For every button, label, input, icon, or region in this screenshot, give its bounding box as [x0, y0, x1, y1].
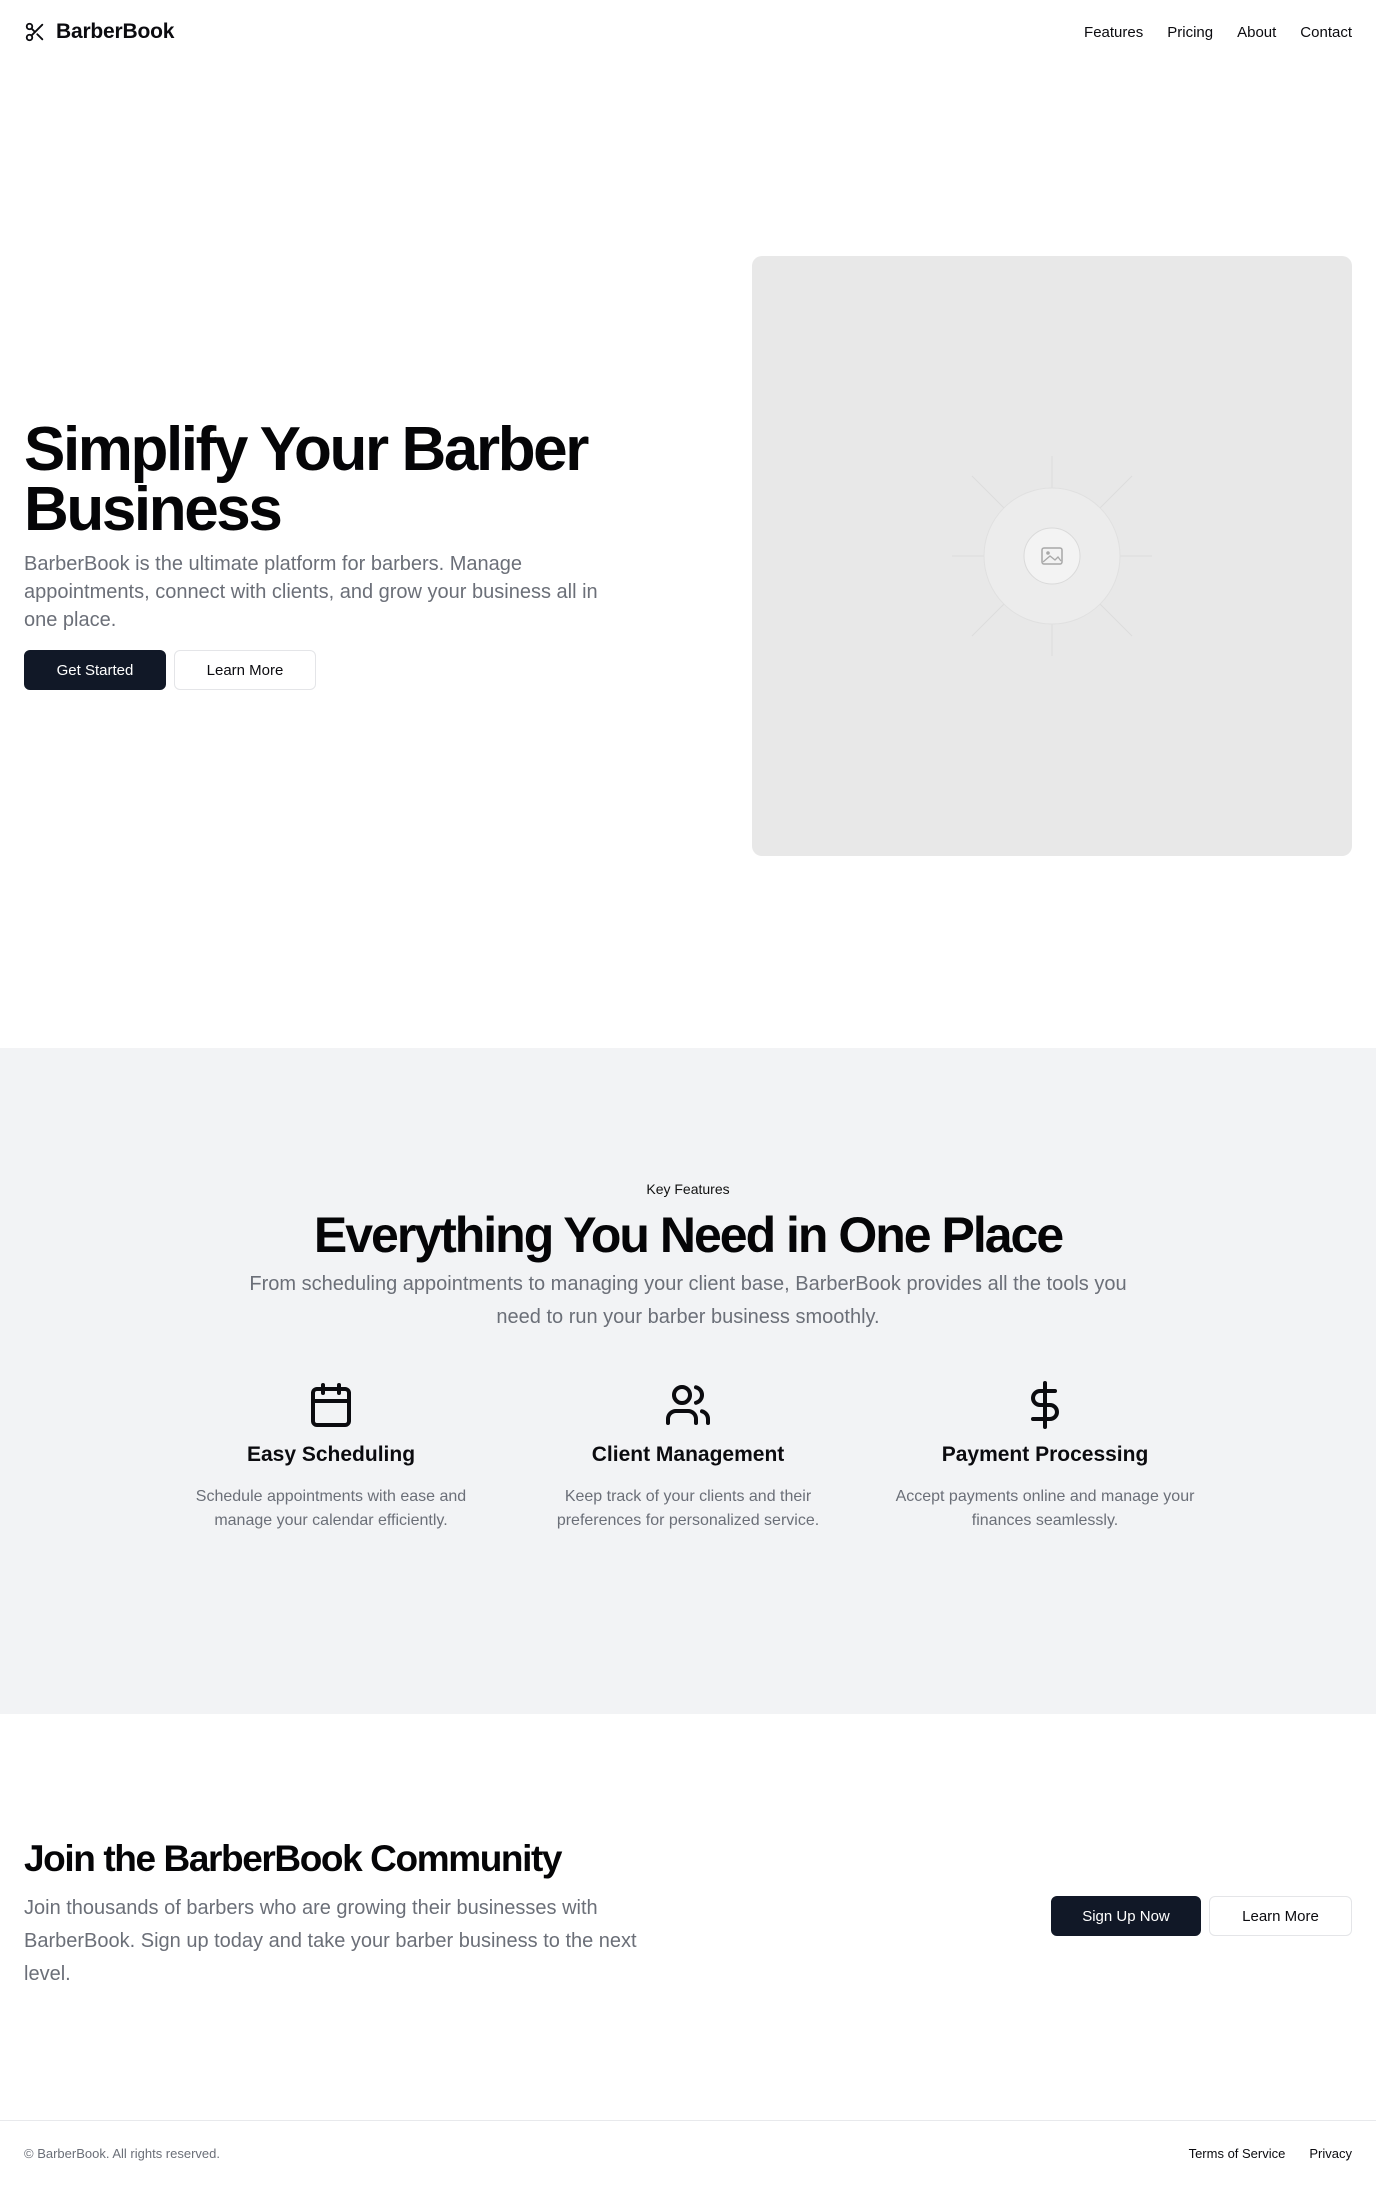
feature-card-clients: Client Management Keep track of your cli… — [538, 1381, 838, 1533]
hero-title-line2: Business — [24, 475, 283, 544]
community-buttons: Sign Up Now Learn More — [1051, 1896, 1352, 1936]
terms-link[interactable]: Terms of Service — [1189, 2146, 1286, 2161]
brand-name: BarberBook — [56, 20, 175, 43]
nav-link-pricing[interactable]: Pricing — [1167, 24, 1213, 41]
features-subtitle: From scheduling appointments to managing… — [249, 1273, 1127, 1328]
community-section: Join the BarberBook Community Join thous… — [0, 1714, 1376, 2120]
feature-card-payments: Payment Processing Accept payments onlin… — [895, 1381, 1195, 1533]
scissors-icon — [24, 21, 46, 43]
feature-title: Easy Scheduling — [246, 1443, 416, 1466]
community-subtitle: Join thousands of barbers who are growin… — [24, 1897, 637, 1985]
hero-subtitle: BarberBook is the ultimate platform for … — [24, 553, 598, 631]
site-header: BarberBook Features Pricing About Contac… — [0, 0, 1376, 64]
hero-buttons: Get Started Learn More — [24, 650, 644, 690]
hero-image-placeholder — [752, 256, 1352, 856]
features-section: Key Features Everything You Need in One … — [0, 1048, 1376, 1714]
get-started-button[interactable]: Get Started — [24, 650, 166, 690]
nav-link-about[interactable]: About — [1237, 24, 1276, 41]
community-title: Join the BarberBook Community — [24, 1838, 562, 1879]
footer-links: Terms of Service Privacy — [1189, 2146, 1352, 2161]
nav-link-contact[interactable]: Contact — [1300, 24, 1352, 41]
features-eyebrow: Key Features — [646, 1181, 730, 1197]
feature-description: Accept payments online and manage your f… — [895, 1488, 1195, 1529]
page: BarberBook Features Pricing About Contac… — [0, 0, 1376, 2185]
calendar-icon — [311, 1383, 351, 1427]
hero-text: Simplify Your Barber Business BarberBook… — [24, 419, 644, 690]
feature-title: Payment Processing — [941, 1443, 1149, 1466]
features-title: Everything You Need in One Place — [313, 1207, 1064, 1263]
dollar-icon — [1031, 1381, 1059, 1429]
nav-link-features[interactable]: Features — [1084, 24, 1143, 41]
users-icon — [666, 1385, 710, 1425]
feature-description: Schedule appointments with ease and mana… — [195, 1488, 467, 1529]
sign-up-button[interactable]: Sign Up Now — [1051, 1896, 1201, 1936]
brand-link[interactable]: BarberBook — [24, 20, 174, 44]
site-footer: © BarberBook. All rights reserved. Terms… — [0, 2120, 1376, 2185]
feature-description: Keep track of your clients and their pre… — [556, 1488, 820, 1529]
feature-title: Client Management — [591, 1443, 785, 1466]
community-learn-more-button[interactable]: Learn More — [1209, 1896, 1352, 1936]
image-placeholder-icon — [952, 456, 1152, 656]
privacy-link[interactable]: Privacy — [1309, 2146, 1352, 2161]
learn-more-button[interactable]: Learn More — [174, 650, 316, 690]
feature-card-scheduling: Easy Scheduling Schedule appointments wi… — [181, 1381, 481, 1533]
hero-title: Simplify Your Barber Business — [24, 419, 644, 541]
hero-section: Simplify Your Barber Business BarberBook… — [0, 64, 1376, 1048]
hero-title-line1: Simplify Your Barber — [24, 415, 589, 484]
main-nav: Features Pricing About Contact — [1084, 24, 1352, 41]
copyright-text: © BarberBook. All rights reserved. — [24, 2145, 220, 2161]
